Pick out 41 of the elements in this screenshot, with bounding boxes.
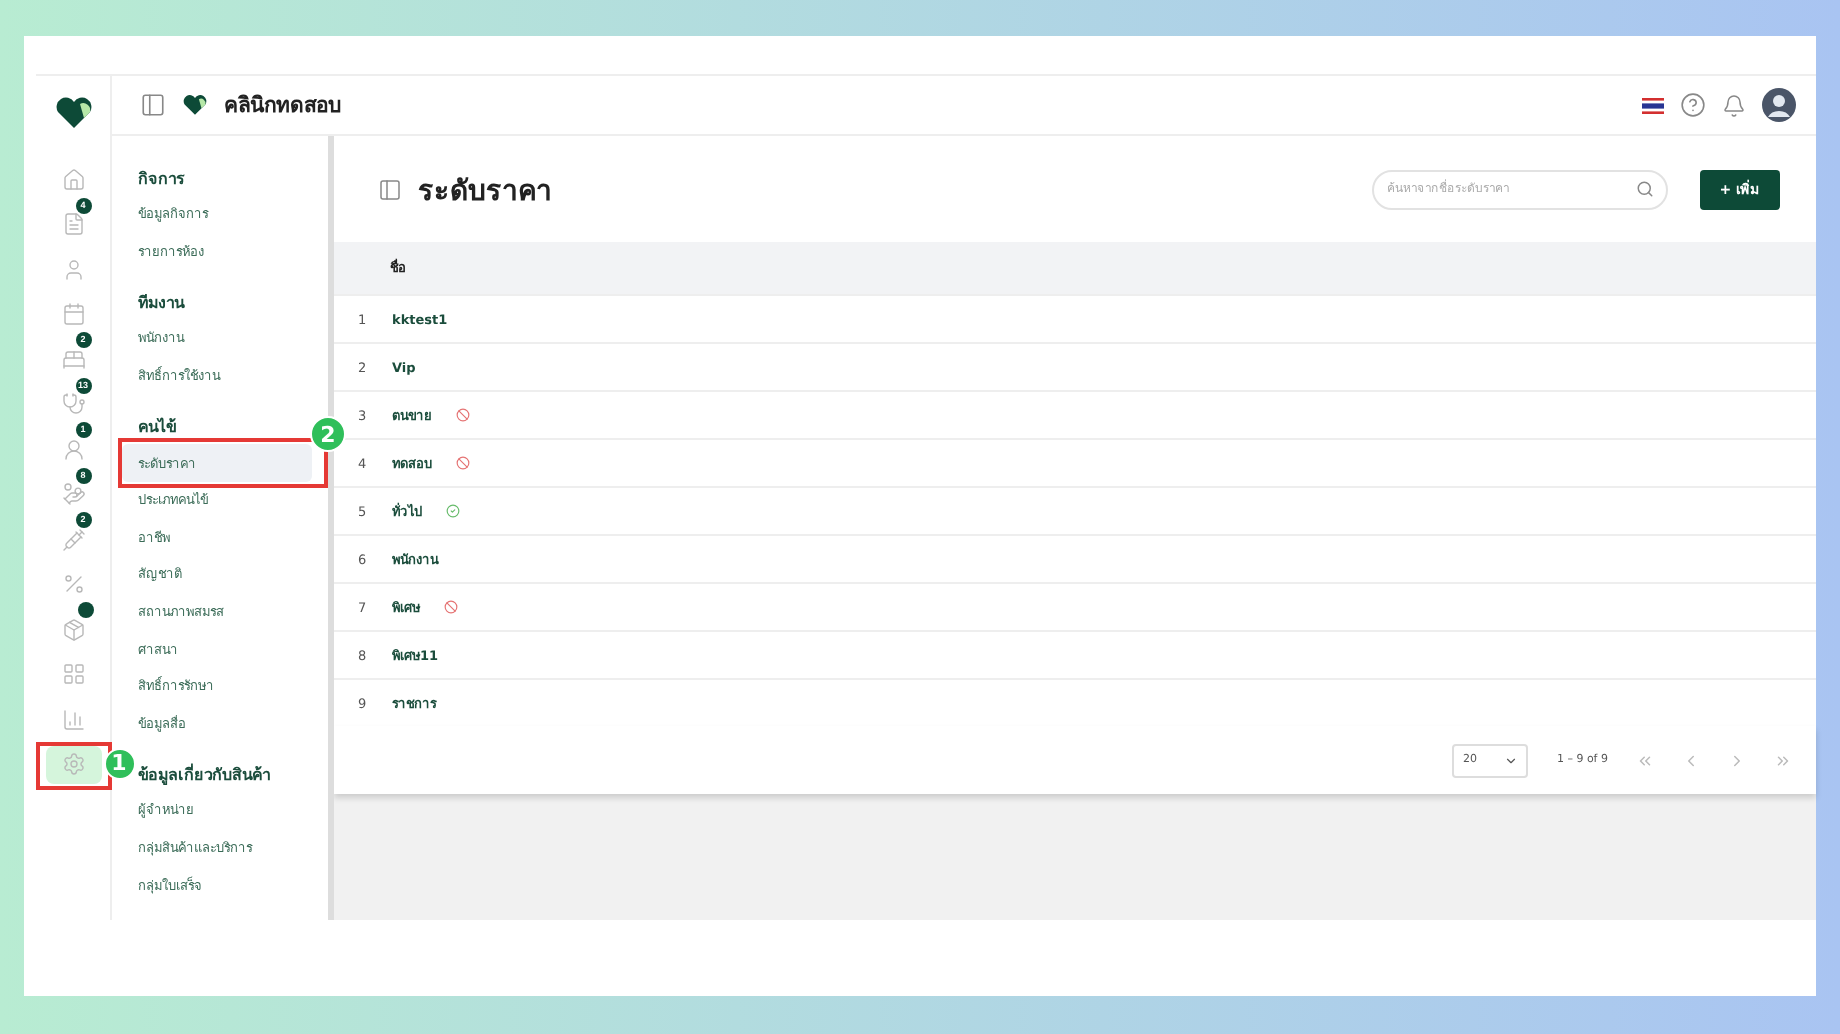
search-icon — [1635, 179, 1654, 197]
caret-icon — [1504, 753, 1519, 767]
check-circle-icon — [446, 504, 460, 518]
step-number: 1 — [103, 747, 135, 779]
panel-toggle-icon[interactable] — [140, 92, 166, 118]
calendar-icon — [61, 302, 85, 327]
ban-icon — [444, 600, 458, 614]
previous-page-button[interactable] — [1682, 751, 1700, 769]
document-icon — [61, 212, 85, 237]
menu-group-title: ทีมงาน — [138, 291, 184, 316]
avatar-icon[interactable] — [1762, 88, 1796, 122]
clinic-name: คลินิกทดสอบ — [224, 92, 342, 122]
bed-icon — [61, 347, 85, 372]
person-icon — [61, 437, 85, 462]
grid-icon — [61, 662, 85, 687]
stethoscope-icon — [61, 392, 85, 417]
ban-icon — [456, 456, 470, 470]
syringe-icon — [61, 527, 85, 552]
flag-icon[interactable] — [1642, 97, 1664, 113]
hand-coins-icon — [61, 482, 85, 507]
page-title: ระดับราคา — [418, 173, 552, 211]
percent-icon — [61, 572, 85, 597]
chart-icon — [61, 707, 85, 732]
panel-icon — [378, 177, 402, 201]
help-icon[interactable] — [1680, 92, 1706, 118]
last-page-button[interactable] — [1774, 751, 1792, 769]
step-number: 2 — [310, 416, 346, 453]
home-icon — [61, 167, 85, 192]
menu-group-title: คนไข้ — [138, 415, 176, 440]
package-icon — [61, 617, 85, 642]
heart-logo-icon — [53, 96, 93, 130]
ban-icon — [456, 408, 470, 422]
heart-logo-icon — [182, 93, 208, 117]
menu-group-title: กิจการ — [138, 167, 184, 191]
next-page-button[interactable] — [1728, 751, 1746, 769]
settings-icon — [61, 752, 85, 777]
sidebar-nav-button[interactable] — [45, 745, 101, 784]
bell-icon[interactable] — [1722, 93, 1746, 117]
menu-group-title: ข้อมูลเกี่ยวกับสินค้า — [138, 761, 270, 789]
first-page-button[interactable] — [1636, 751, 1654, 769]
user-icon — [61, 257, 85, 282]
